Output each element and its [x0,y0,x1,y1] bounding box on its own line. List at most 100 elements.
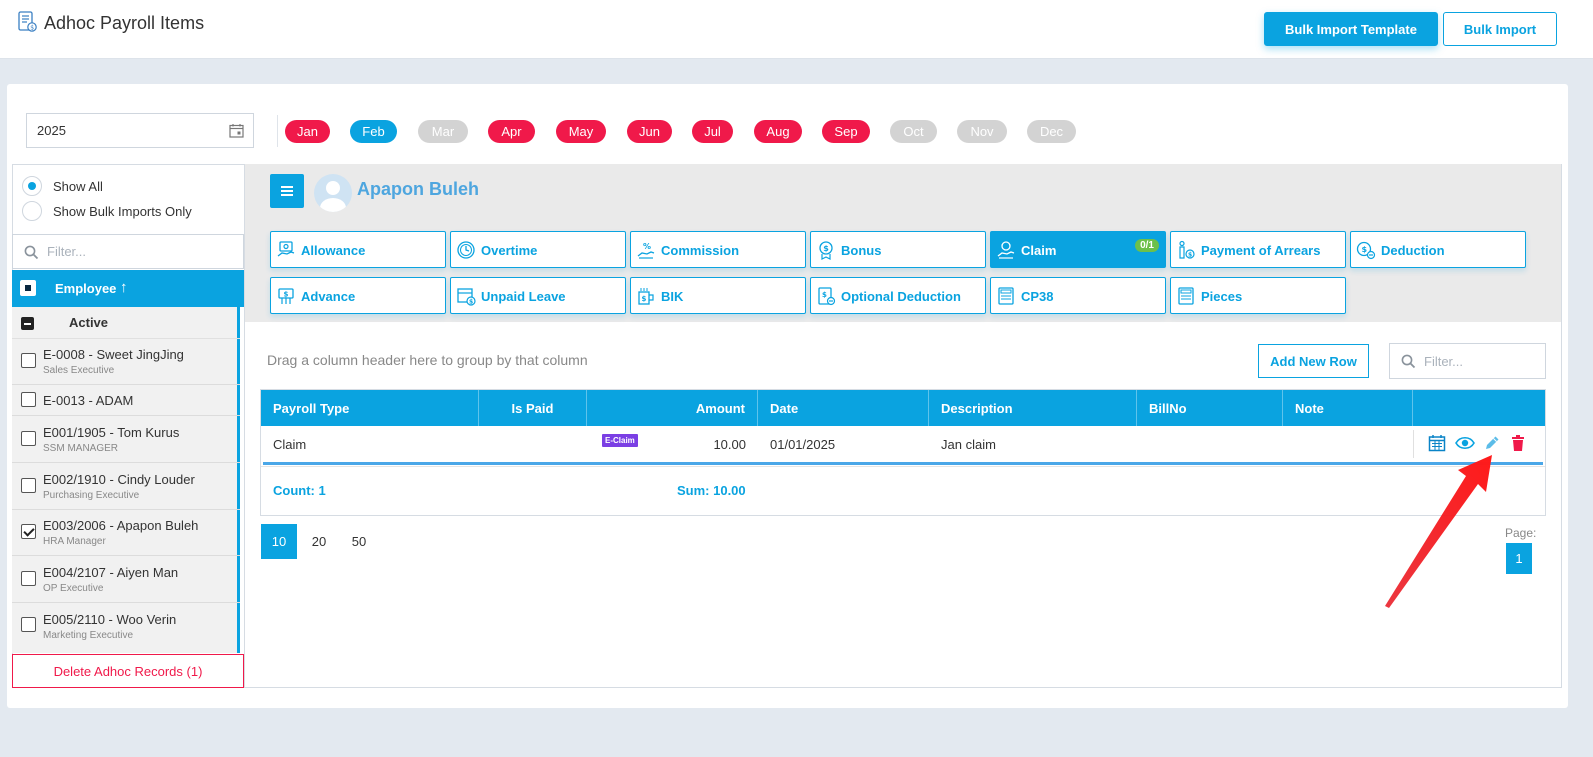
employee-row[interactable]: E001/1905 - Tom Kurus SSM MANAGER [12,416,240,463]
column-header-billno[interactable]: BillNo [1137,390,1283,426]
grid-footer: Count: 1 Sum: 10.00 [261,466,1545,512]
month-jan[interactable]: Jan [285,120,330,143]
calendar-icon[interactable] [1428,434,1446,452]
select-all-checkbox[interactable] [20,280,36,296]
collapse-group-icon[interactable] [21,317,34,330]
month-may[interactable]: May [556,120,606,143]
page-size-50[interactable]: 50 [341,524,377,559]
delete-icon[interactable] [1509,434,1527,452]
tab-advance[interactable]: $ Advance [270,277,446,314]
employee-row[interactable]: E002/1910 - Cindy Louder Purchasing Exec… [12,463,240,510]
employee-checkbox[interactable] [21,353,36,368]
payroll-document-icon: $ [18,11,37,32]
month-sep[interactable]: Sep [822,120,870,143]
employee-column-header[interactable]: Employee ↑ [12,270,244,307]
month-apr[interactable]: Apr [488,120,535,143]
cell-is-paid[interactable] [479,426,587,462]
cell-payroll-type[interactable]: Claim [261,426,479,462]
show-all-option[interactable]: Show All [22,176,103,196]
cell-date[interactable]: 01/01/2025 [758,426,929,462]
employee-checkbox[interactable] [21,524,36,539]
bulk-import-template-button[interactable]: Bulk Import Template [1264,12,1438,46]
tab-bik[interactable]: $ BIK [630,277,806,314]
page-size-20[interactable]: 20 [301,524,337,559]
tab-bonus[interactable]: $ Bonus [810,231,986,268]
edit-icon[interactable] [1483,434,1501,452]
column-header-amount[interactable]: Amount [587,390,758,426]
employee-row[interactable]: E004/2107 - Aiyen Man OP Executive [12,556,240,603]
page-label: Page: [1505,526,1537,540]
employee-filter-input[interactable] [47,244,227,259]
cell-note[interactable] [1283,426,1413,462]
delete-adhoc-records-button[interactable]: Delete Adhoc Records (1) [12,654,244,688]
add-new-row-button[interactable]: Add New Row [1258,344,1369,378]
column-header-date[interactable]: Date [758,390,929,426]
tab-label: Unpaid Leave [481,289,566,304]
view-icon[interactable] [1455,434,1475,452]
group-row-active[interactable]: Active [12,307,240,339]
year-picker[interactable] [26,113,254,148]
employee-row[interactable]: E-0008 - Sweet JingJing Sales Executive [12,339,240,385]
optional-deduction-icon: $ [818,287,836,306]
month-aug[interactable]: Aug [754,120,802,143]
month-feb[interactable]: Feb [350,120,397,143]
employee-row[interactable]: E-0013 - ADAM [12,385,240,416]
cell-description[interactable]: Jan claim [929,426,1137,462]
bik-icon: $ [638,288,654,305]
table-row[interactable]: Claim E-Claim 10.00 01/01/2025 Jan claim [261,426,1545,462]
calendar-icon[interactable] [229,123,244,138]
column-header-is-paid[interactable]: Is Paid [479,390,587,426]
month-mar[interactable]: Mar [418,120,468,143]
tab-overtime[interactable]: Overtime [450,231,626,268]
tab-unpaid-leave[interactable]: $ Unpaid Leave [450,277,626,314]
employee-name: E005/2110 - Woo Verin [43,612,177,627]
employee-checkbox[interactable] [21,431,36,446]
column-header-description[interactable]: Description [929,390,1137,426]
group-by-hint[interactable]: Drag a column header here to group by th… [267,352,588,368]
employee-checkbox[interactable] [21,392,36,407]
month-dec[interactable]: Dec [1027,120,1076,143]
svg-text:$: $ [284,291,289,299]
tab-pieces[interactable]: Pieces [1170,277,1346,314]
employee-checkbox[interactable] [21,571,36,586]
cell-billno[interactable] [1137,426,1283,462]
show-all-radio[interactable] [22,176,42,196]
employee-filter[interactable] [12,234,244,269]
column-header-note[interactable]: Note [1283,390,1413,426]
tab-commission[interactable]: % Commission [630,231,806,268]
document-icon [998,287,1014,305]
page-size-10[interactable]: 10 [261,524,297,559]
show-bulk-radio[interactable] [22,201,42,221]
tab-optional-deduction[interactable]: $ Optional Deduction [810,277,986,314]
tab-label: Deduction [1381,243,1445,258]
employee-role: SSM MANAGER [43,443,119,454]
tab-deduction[interactable]: $ Deduction [1350,231,1526,268]
bulk-import-button[interactable]: Bulk Import [1443,12,1557,46]
month-oct[interactable]: Oct [890,120,937,143]
month-jul[interactable]: Jul [692,120,733,143]
tab-allowance[interactable]: Allowance [270,231,446,268]
employee-row[interactable]: E005/2110 - Woo Verin Marketing Executiv… [12,603,240,653]
year-input[interactable] [37,123,217,138]
employee-row-selected[interactable]: E003/2006 - Apapon Buleh HRA Manager [12,510,240,556]
employee-checkbox[interactable] [21,617,36,632]
tab-claim[interactable]: Claim 0/1 [990,231,1166,268]
employee-name: E-0008 - Sweet JingJing [43,347,184,362]
tab-payment-of-arrears[interactable]: $ Payment of Arrears [1170,231,1346,268]
month-nov[interactable]: Nov [957,120,1007,143]
tab-label: Advance [301,289,356,304]
grid-filter-input[interactable] [1424,354,1534,369]
cell-amount[interactable]: 10.00 [587,426,758,462]
sort-ascending-icon[interactable]: ↑ [120,279,128,296]
grid-filter[interactable] [1389,343,1546,379]
svg-text:$: $ [642,295,647,303]
show-bulk-option[interactable]: Show Bulk Imports Only [22,201,192,221]
avatar [314,174,352,212]
employee-checkbox[interactable] [21,478,36,493]
column-header-payroll-type[interactable]: Payroll Type [261,390,479,426]
tab-cp38[interactable]: CP38 [990,277,1166,314]
page-number-button[interactable]: 1 [1506,543,1532,574]
month-jun[interactable]: Jun [627,120,672,143]
column-header-actions [1413,390,1545,426]
menu-toggle-button[interactable] [270,174,304,208]
